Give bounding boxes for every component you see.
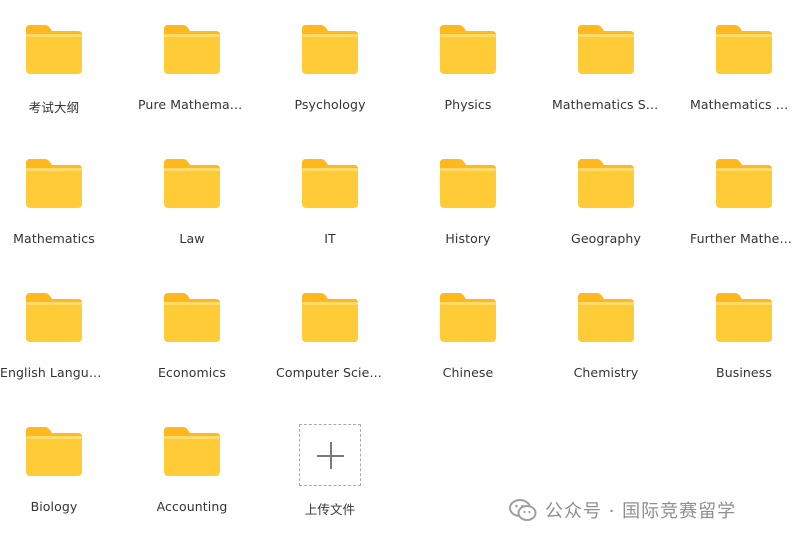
folder-item[interactable]: Physics [414,18,552,152]
folder-label: Accounting [156,499,228,514]
folder-label: Mathematics [13,231,95,246]
folder-icon [299,291,361,343]
folder-label: Mathematics Statistics [552,97,660,112]
folder-label: Biology [30,499,78,514]
folder-item[interactable]: Pure Mathematics [138,18,276,152]
folder-item[interactable]: Mathematics Statistics [552,18,690,152]
folder-item[interactable]: IT [276,152,414,286]
folder-item[interactable]: Psychology [276,18,414,152]
folder-item[interactable]: Law [138,152,276,286]
folder-label: IT [324,231,336,246]
folder-icon [575,291,637,343]
wechat-icon [509,499,537,521]
folder-icon [575,157,637,209]
folder-label: Mathematics Mechanics [690,97,797,112]
folder-icon [161,291,223,343]
folder-icon [437,291,499,343]
folder-icon [161,157,223,209]
folder-item[interactable]: Economics [138,286,276,420]
upload-file-item[interactable]: 上传文件 [276,420,414,554]
folder-label: 考试大纲 [28,100,80,115]
folder-label: History [445,231,491,246]
folder-icon [299,23,361,75]
folder-icon [713,157,775,209]
upload-label: 上传文件 [304,502,356,517]
plus-icon [330,442,332,469]
folder-label: Economics [158,365,226,380]
folder-label: Computer Science [276,365,384,380]
folder-item[interactable]: Mathematics Mechanics [690,18,797,152]
folder-icon [437,157,499,209]
folder-label: Pure Mathematics [138,97,246,112]
folder-item[interactable]: Geography [552,152,690,286]
folder-icon [437,23,499,75]
folder-item[interactable]: Further Mathematics [690,152,797,286]
folder-icon [161,425,223,477]
folder-icon [23,23,85,75]
folder-icon [299,157,361,209]
file-grid: 考试大纲 Pure Mathematics Psychology Physics… [0,0,797,554]
folder-icon [713,23,775,75]
folder-label: Chemistry [573,365,639,380]
folder-label: Physics [444,97,492,112]
folder-item[interactable]: Mathematics [0,152,138,286]
folder-item[interactable]: 考试大纲 [0,18,138,152]
watermark-text: 公众号 · 国际竞赛留学 [545,501,737,522]
folder-icon [713,291,775,343]
watermark: 公众号 · 国际竞赛留学 [509,497,736,523]
folder-label: Geography [571,231,641,246]
folder-label: Business [716,365,772,380]
folder-label: Further Mathematics [690,231,797,246]
upload-button[interactable] [299,424,361,486]
folder-icon [575,23,637,75]
folder-item[interactable]: History [414,152,552,286]
folder-item[interactable]: Accounting [138,420,276,554]
folder-item[interactable]: Chemistry [552,286,690,420]
folder-item[interactable]: Chinese [414,286,552,420]
folder-icon [23,157,85,209]
folder-icon [23,291,85,343]
folder-label: Psychology [294,97,366,112]
folder-label: English Language [0,365,108,380]
folder-label: Chinese [442,365,494,380]
folder-item[interactable]: English Language [0,286,138,420]
folder-item[interactable]: Computer Science [276,286,414,420]
folder-label: Law [179,231,205,246]
folder-icon [161,23,223,75]
folder-item[interactable]: Business [690,286,797,420]
folder-item[interactable]: Biology [0,420,138,554]
folder-icon [23,425,85,477]
